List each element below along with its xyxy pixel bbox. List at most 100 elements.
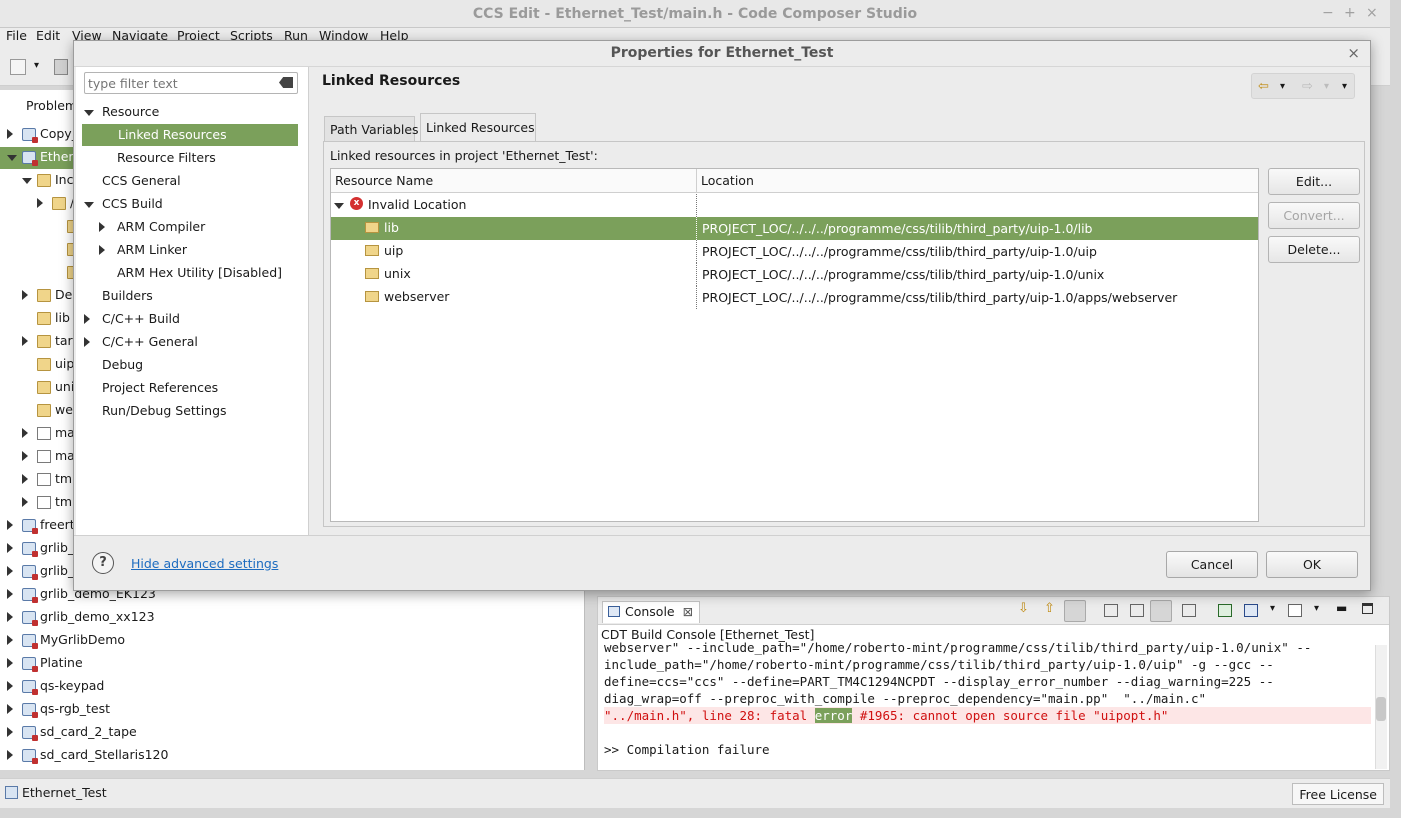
expand-icon[interactable] bbox=[7, 658, 13, 668]
nav-item-arm-compiler[interactable]: ARM Compiler bbox=[76, 216, 309, 238]
open-console-icon[interactable] bbox=[1218, 604, 1232, 617]
expand-icon[interactable] bbox=[7, 566, 13, 576]
menu-edit[interactable]: Edit bbox=[36, 28, 60, 43]
tree-item[interactable]: qs-keypad bbox=[0, 676, 585, 698]
nav-item-resource-filters[interactable]: Resource Filters bbox=[76, 147, 309, 169]
column-location[interactable]: Location bbox=[701, 173, 754, 188]
column-resource-name[interactable]: Resource Name bbox=[335, 173, 433, 188]
expand-icon[interactable] bbox=[99, 222, 105, 232]
remove-launch-icon[interactable] bbox=[1182, 604, 1196, 617]
expand-icon[interactable] bbox=[7, 589, 13, 599]
maximize-button[interactable]: + bbox=[1344, 5, 1356, 21]
expand-icon[interactable] bbox=[22, 290, 28, 300]
minimize-view-icon[interactable]: ▬ bbox=[1336, 601, 1347, 615]
expand-icon[interactable] bbox=[99, 245, 105, 255]
nav-item-c-c-build[interactable]: C/C++ Build bbox=[76, 308, 309, 330]
tree-item[interactable]: sd_card_2_tape bbox=[0, 722, 585, 744]
back-icon[interactable]: ⇦ bbox=[1258, 79, 1269, 94]
nav-item-project-references[interactable]: Project References bbox=[76, 377, 309, 399]
expand-icon[interactable] bbox=[84, 110, 94, 116]
expand-icon[interactable] bbox=[7, 750, 13, 760]
console-tab[interactable]: Console ⊠ bbox=[602, 601, 701, 623]
delete-button[interactable]: Delete... bbox=[1268, 236, 1360, 263]
expand-icon[interactable] bbox=[22, 336, 28, 346]
column-divider[interactable] bbox=[696, 169, 697, 193]
word-wrap-icon[interactable] bbox=[1150, 600, 1172, 622]
new-icon[interactable] bbox=[10, 59, 26, 75]
tab-linked-resources[interactable]: Linked Resources bbox=[420, 113, 536, 142]
expand-icon[interactable] bbox=[22, 474, 28, 484]
expand-icon[interactable] bbox=[7, 727, 13, 737]
console-scroll-thumb[interactable] bbox=[1376, 697, 1386, 721]
expand-icon[interactable] bbox=[334, 203, 344, 209]
clear-console-icon[interactable] bbox=[1104, 604, 1118, 617]
tab-path-variables[interactable]: Path Variables bbox=[324, 116, 419, 141]
tree-item[interactable]: Platine bbox=[0, 653, 585, 675]
nav-item-ccs-build[interactable]: CCS Build bbox=[76, 193, 309, 215]
close-window-button[interactable]: × bbox=[1366, 5, 1378, 21]
maximize-view-icon[interactable] bbox=[1362, 603, 1373, 614]
view-menu-icon[interactable]: ▾ bbox=[1342, 81, 1347, 92]
table-row[interactable]: unix PROJECT_LOC/../../../programme/css/t… bbox=[331, 263, 1258, 286]
filter-field[interactable] bbox=[84, 72, 298, 94]
expand-icon[interactable] bbox=[22, 497, 28, 507]
display-console-icon[interactable] bbox=[1244, 604, 1258, 617]
arrow-down-icon[interactable]: ⇩ bbox=[1018, 601, 1029, 616]
expand-icon[interactable] bbox=[22, 428, 28, 438]
expand-icon[interactable] bbox=[7, 520, 13, 530]
nav-item-run-debug-settings[interactable]: Run/Debug Settings bbox=[76, 400, 309, 422]
expand-icon[interactable] bbox=[7, 612, 13, 622]
table-row[interactable]: lib PROJECT_LOC/../../../programme/css/ti… bbox=[331, 217, 1258, 240]
cancel-button[interactable]: Cancel bbox=[1166, 551, 1258, 578]
group-row[interactable]: x Invalid Location bbox=[331, 194, 1258, 217]
save-icon[interactable] bbox=[54, 59, 68, 75]
expand-icon[interactable] bbox=[7, 155, 17, 161]
expand-icon[interactable] bbox=[7, 681, 13, 691]
arrow-up-icon[interactable]: ⇧ bbox=[1044, 601, 1055, 616]
expand-icon[interactable] bbox=[84, 337, 90, 347]
nav-item-builders[interactable]: Builders bbox=[76, 285, 309, 307]
clear-filter-icon[interactable] bbox=[279, 77, 293, 88]
expand-icon[interactable] bbox=[22, 451, 28, 461]
nav-item-debug[interactable]: Debug bbox=[76, 354, 309, 376]
filter-input[interactable] bbox=[88, 75, 273, 91]
new-dropdown-icon[interactable]: ▾ bbox=[34, 60, 39, 71]
expand-icon[interactable] bbox=[84, 202, 94, 208]
console-output[interactable]: webserver" --include_path="/home/roberto… bbox=[604, 639, 1371, 771]
forward-dropdown-icon[interactable]: ▾ bbox=[1324, 81, 1329, 92]
tree-item[interactable]: MyGrlibDemo bbox=[0, 630, 585, 652]
explorer-tab[interactable]: Problem bbox=[2, 98, 77, 120]
expand-icon[interactable] bbox=[7, 543, 13, 553]
table-row[interactable]: webserver PROJECT_LOC/../../../programme/… bbox=[331, 286, 1258, 309]
hide-advanced-settings-link[interactable]: Hide advanced settings bbox=[131, 556, 278, 571]
ok-button[interactable]: OK bbox=[1266, 551, 1358, 578]
nav-item-linked-resources[interactable]: Linked Resources bbox=[82, 124, 298, 146]
minimize-button[interactable]: − bbox=[1322, 5, 1334, 21]
tree-item[interactable]: grlib_demo_xx123 bbox=[0, 607, 585, 629]
back-dropdown-icon[interactable]: ▾ bbox=[1280, 81, 1285, 92]
display-dropdown-icon[interactable]: ▾ bbox=[1270, 603, 1275, 614]
scroll-lock-icon[interactable] bbox=[1064, 600, 1086, 622]
nav-item-ccs-general[interactable]: CCS General bbox=[76, 170, 309, 192]
close-icon[interactable]: ⊠ bbox=[683, 604, 693, 619]
convert-button[interactable]: Convert... bbox=[1268, 202, 1360, 229]
expand-icon[interactable] bbox=[7, 129, 13, 139]
expand-icon[interactable] bbox=[7, 635, 13, 645]
expand-icon[interactable] bbox=[84, 314, 90, 324]
expand-icon[interactable] bbox=[7, 704, 13, 714]
table-row[interactable]: uip PROJECT_LOC/../../../programme/css/ti… bbox=[331, 240, 1258, 263]
new-console-icon[interactable] bbox=[1288, 604, 1302, 617]
nav-item-arm-linker[interactable]: ARM Linker bbox=[76, 239, 309, 261]
pin-console-icon[interactable] bbox=[1130, 604, 1144, 617]
tree-item[interactable]: qs-rgb_test bbox=[0, 699, 585, 721]
dialog-close-button[interactable]: × bbox=[1347, 44, 1360, 62]
expand-icon[interactable] bbox=[22, 178, 32, 184]
help-icon[interactable]: ? bbox=[92, 552, 114, 574]
tree-item[interactable]: sd_card_Stellaris120 bbox=[0, 745, 585, 767]
edit-button[interactable]: Edit... bbox=[1268, 168, 1360, 195]
menu-file[interactable]: File bbox=[6, 28, 27, 43]
license-button[interactable]: Free License bbox=[1292, 783, 1384, 805]
nav-item-resource[interactable]: Resource bbox=[76, 101, 309, 123]
expand-icon[interactable] bbox=[37, 198, 43, 208]
nav-item-arm-hex-utility-disabled[interactable]: ARM Hex Utility [Disabled] bbox=[76, 262, 309, 284]
